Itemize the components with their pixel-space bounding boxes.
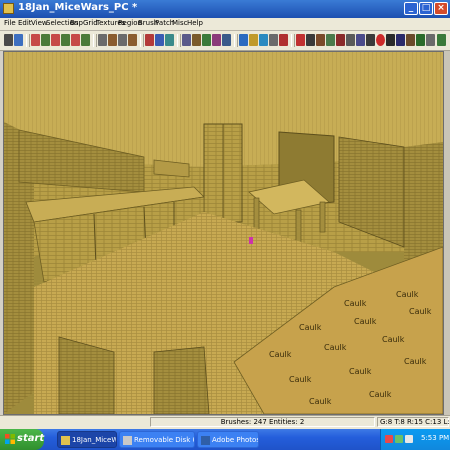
svg-text:Caulk: Caulk bbox=[396, 290, 419, 299]
rotate-x-icon[interactable] bbox=[41, 34, 50, 46]
patch-thicken-icon[interactable] bbox=[396, 34, 405, 46]
volume-icon[interactable] bbox=[405, 435, 413, 443]
select-touching-icon[interactable] bbox=[108, 34, 117, 46]
entity-marker[interactable] bbox=[249, 237, 253, 244]
brush-count: Brushes: 247 Entities: 2 bbox=[150, 417, 375, 427]
menu-misc[interactable]: Misc bbox=[172, 19, 187, 27]
start-label: start bbox=[17, 433, 45, 444]
free-rotate-icon[interactable] bbox=[346, 34, 355, 46]
texture-lock-icon[interactable] bbox=[316, 34, 325, 46]
rotate-z-icon[interactable] bbox=[81, 34, 90, 46]
drill-down-icon[interactable] bbox=[279, 34, 288, 46]
menu-help[interactable]: Help bbox=[187, 19, 203, 27]
toolbar-separator bbox=[26, 34, 30, 47]
viewport-render: Caulk Caulk Caulk Caulk Caulk Caulk Caul… bbox=[4, 52, 443, 414]
view-shaders-icon[interactable] bbox=[386, 34, 395, 46]
camera-move-icon[interactable] bbox=[222, 34, 231, 46]
csg-merge-icon[interactable] bbox=[155, 34, 164, 46]
network-icon[interactable] bbox=[395, 435, 403, 443]
texture-view-icon[interactable] bbox=[202, 34, 211, 46]
menu-file[interactable]: File bbox=[4, 19, 16, 27]
task-label: Removable Disk (F:) bbox=[134, 436, 194, 444]
camera-viewport[interactable]: Caulk Caulk Caulk Caulk Caulk Caulk Caul… bbox=[3, 51, 444, 415]
svg-text:Caulk: Caulk bbox=[299, 323, 322, 332]
radiant-icon bbox=[61, 436, 70, 445]
clipper-icon[interactable] bbox=[182, 34, 191, 46]
open-map-icon[interactable] bbox=[4, 34, 13, 46]
window-title: 18Jan_MiceWars_PC * bbox=[18, 2, 138, 13]
svg-text:Caulk: Caulk bbox=[289, 375, 312, 384]
svg-text:Caulk: Caulk bbox=[409, 307, 432, 316]
select-inside-icon[interactable] bbox=[128, 34, 137, 46]
photoshop-icon bbox=[201, 436, 210, 445]
toolbar-separator bbox=[140, 34, 144, 47]
show-entities-icon[interactable] bbox=[296, 34, 305, 46]
svg-text:Caulk: Caulk bbox=[269, 350, 292, 359]
windows-flag-icon bbox=[5, 434, 15, 444]
task-radiant[interactable]: 18Jan_MiceWars_PC * bbox=[57, 431, 117, 448]
svg-text:Caulk: Caulk bbox=[369, 390, 392, 399]
taskbar: start 18Jan_MiceWars_PC * Removable Disk… bbox=[0, 429, 450, 450]
red-filter-icon[interactable] bbox=[336, 34, 345, 46]
status-bar: Brushes: 247 Entities: 2 G:8 T:8 R:15 C:… bbox=[0, 415, 450, 429]
cubic-clip-icon[interactable] bbox=[212, 34, 221, 46]
task-label: Adobe Photoshop bbox=[212, 436, 258, 444]
viewport-scrollbar[interactable] bbox=[444, 51, 450, 415]
svg-text:Caulk: Caulk bbox=[354, 317, 377, 326]
system-tray: 5:53 PM bbox=[380, 429, 450, 450]
toolbar-separator bbox=[291, 34, 295, 47]
grid-status: G:8 T:8 R:15 C:13 L:MI bbox=[377, 417, 450, 427]
save-map-icon[interactable] bbox=[14, 34, 23, 46]
scale-lock-icon[interactable] bbox=[326, 34, 335, 46]
patch-bend-icon[interactable] bbox=[366, 34, 375, 46]
clock: 5:53 PM bbox=[421, 434, 450, 442]
drive-icon bbox=[123, 436, 132, 445]
entity-icon[interactable] bbox=[416, 34, 425, 46]
menu-edit[interactable]: Edit bbox=[18, 19, 32, 27]
task-removable-disk[interactable]: Removable Disk (F:) bbox=[119, 431, 195, 448]
patch-icon[interactable] bbox=[239, 34, 248, 46]
select-partial-icon[interactable] bbox=[118, 34, 127, 46]
menu-bar: File Edit View Selection Bsp Grid Textur… bbox=[0, 18, 450, 31]
lighting-icon[interactable] bbox=[306, 34, 315, 46]
minimize-button[interactable]: _ bbox=[404, 2, 418, 15]
extra-tool-icon[interactable] bbox=[437, 34, 446, 46]
maximize-button[interactable]: □ bbox=[419, 2, 433, 15]
make-hollow-icon[interactable] bbox=[165, 34, 174, 46]
menu-bsp[interactable]: Bsp bbox=[70, 19, 83, 27]
rotate-y-icon[interactable] bbox=[61, 34, 70, 46]
toolbar-separator bbox=[177, 34, 181, 47]
svg-text:Caulk: Caulk bbox=[309, 397, 332, 406]
cap-icon[interactable] bbox=[249, 34, 258, 46]
bend-icon[interactable] bbox=[259, 34, 268, 46]
change-views-icon[interactable] bbox=[192, 34, 201, 46]
flip-y-icon[interactable] bbox=[51, 34, 60, 46]
toolbar bbox=[0, 31, 450, 51]
task-label: 18Jan_MiceWars_PC * bbox=[72, 436, 116, 444]
svg-text:Caulk: Caulk bbox=[349, 367, 372, 376]
flip-z-icon[interactable] bbox=[71, 34, 80, 46]
svg-text:Caulk: Caulk bbox=[404, 357, 427, 366]
free-scale-icon[interactable] bbox=[356, 34, 365, 46]
svg-text:Caulk: Caulk bbox=[382, 335, 405, 344]
csg-subtract-icon[interactable] bbox=[145, 34, 154, 46]
title-bar: 18Jan_MiceWars_PC * _ □ × bbox=[0, 0, 450, 18]
task-photoshop[interactable]: Adobe Photoshop bbox=[197, 431, 259, 448]
app-icon bbox=[3, 3, 14, 14]
insert-icon[interactable] bbox=[269, 34, 278, 46]
flip-x-icon[interactable] bbox=[31, 34, 40, 46]
start-button[interactable]: start bbox=[0, 429, 44, 450]
svg-text:Caulk: Caulk bbox=[344, 299, 367, 308]
curve-icon[interactable] bbox=[406, 34, 415, 46]
close-button[interactable]: × bbox=[434, 2, 448, 15]
front-block-center bbox=[153, 346, 210, 414]
svg-text:Caulk: Caulk bbox=[324, 343, 347, 352]
toolbar-separator bbox=[234, 34, 238, 47]
select-complete-icon[interactable] bbox=[98, 34, 107, 46]
misc-tool-icon[interactable] bbox=[426, 34, 435, 46]
record-icon[interactable] bbox=[376, 34, 385, 46]
toolbar-separator bbox=[93, 34, 97, 47]
alert-icon[interactable] bbox=[385, 435, 393, 443]
